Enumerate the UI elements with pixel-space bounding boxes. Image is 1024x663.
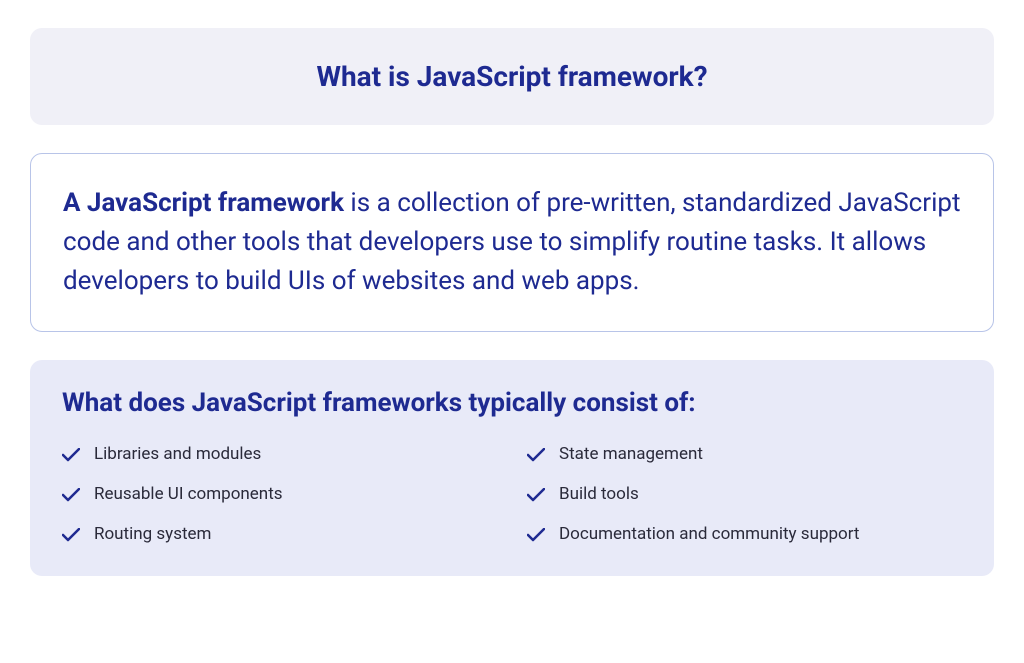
components-title: What does JavaScript frameworks typicall… <box>62 388 962 418</box>
components-grid: Libraries and modules State management R… <box>62 444 962 544</box>
check-icon <box>527 447 545 461</box>
list-item: Reusable UI components <box>62 484 497 504</box>
check-icon <box>62 487 80 501</box>
list-item: Libraries and modules <box>62 444 497 464</box>
definition-paragraph: A JavaScript framework is a collection o… <box>63 184 961 301</box>
component-label: Libraries and modules <box>94 444 261 464</box>
list-item: State management <box>527 444 962 464</box>
component-label: Build tools <box>559 484 639 504</box>
page-title: What is JavaScript framework? <box>50 60 974 93</box>
components-section: What does JavaScript frameworks typicall… <box>30 360 994 576</box>
component-label: Routing system <box>94 524 211 544</box>
check-icon <box>527 487 545 501</box>
check-icon <box>62 527 80 541</box>
check-icon <box>527 527 545 541</box>
component-label: State management <box>559 444 703 464</box>
definition-term: A JavaScript framework <box>63 188 344 218</box>
component-label: Reusable UI components <box>94 484 283 504</box>
check-icon <box>62 447 80 461</box>
component-label: Documentation and community support <box>559 524 859 544</box>
list-item: Documentation and community support <box>527 524 962 544</box>
list-item: Routing system <box>62 524 497 544</box>
list-item: Build tools <box>527 484 962 504</box>
definition-section: A JavaScript framework is a collection o… <box>30 153 994 332</box>
header-section: What is JavaScript framework? <box>30 28 994 125</box>
